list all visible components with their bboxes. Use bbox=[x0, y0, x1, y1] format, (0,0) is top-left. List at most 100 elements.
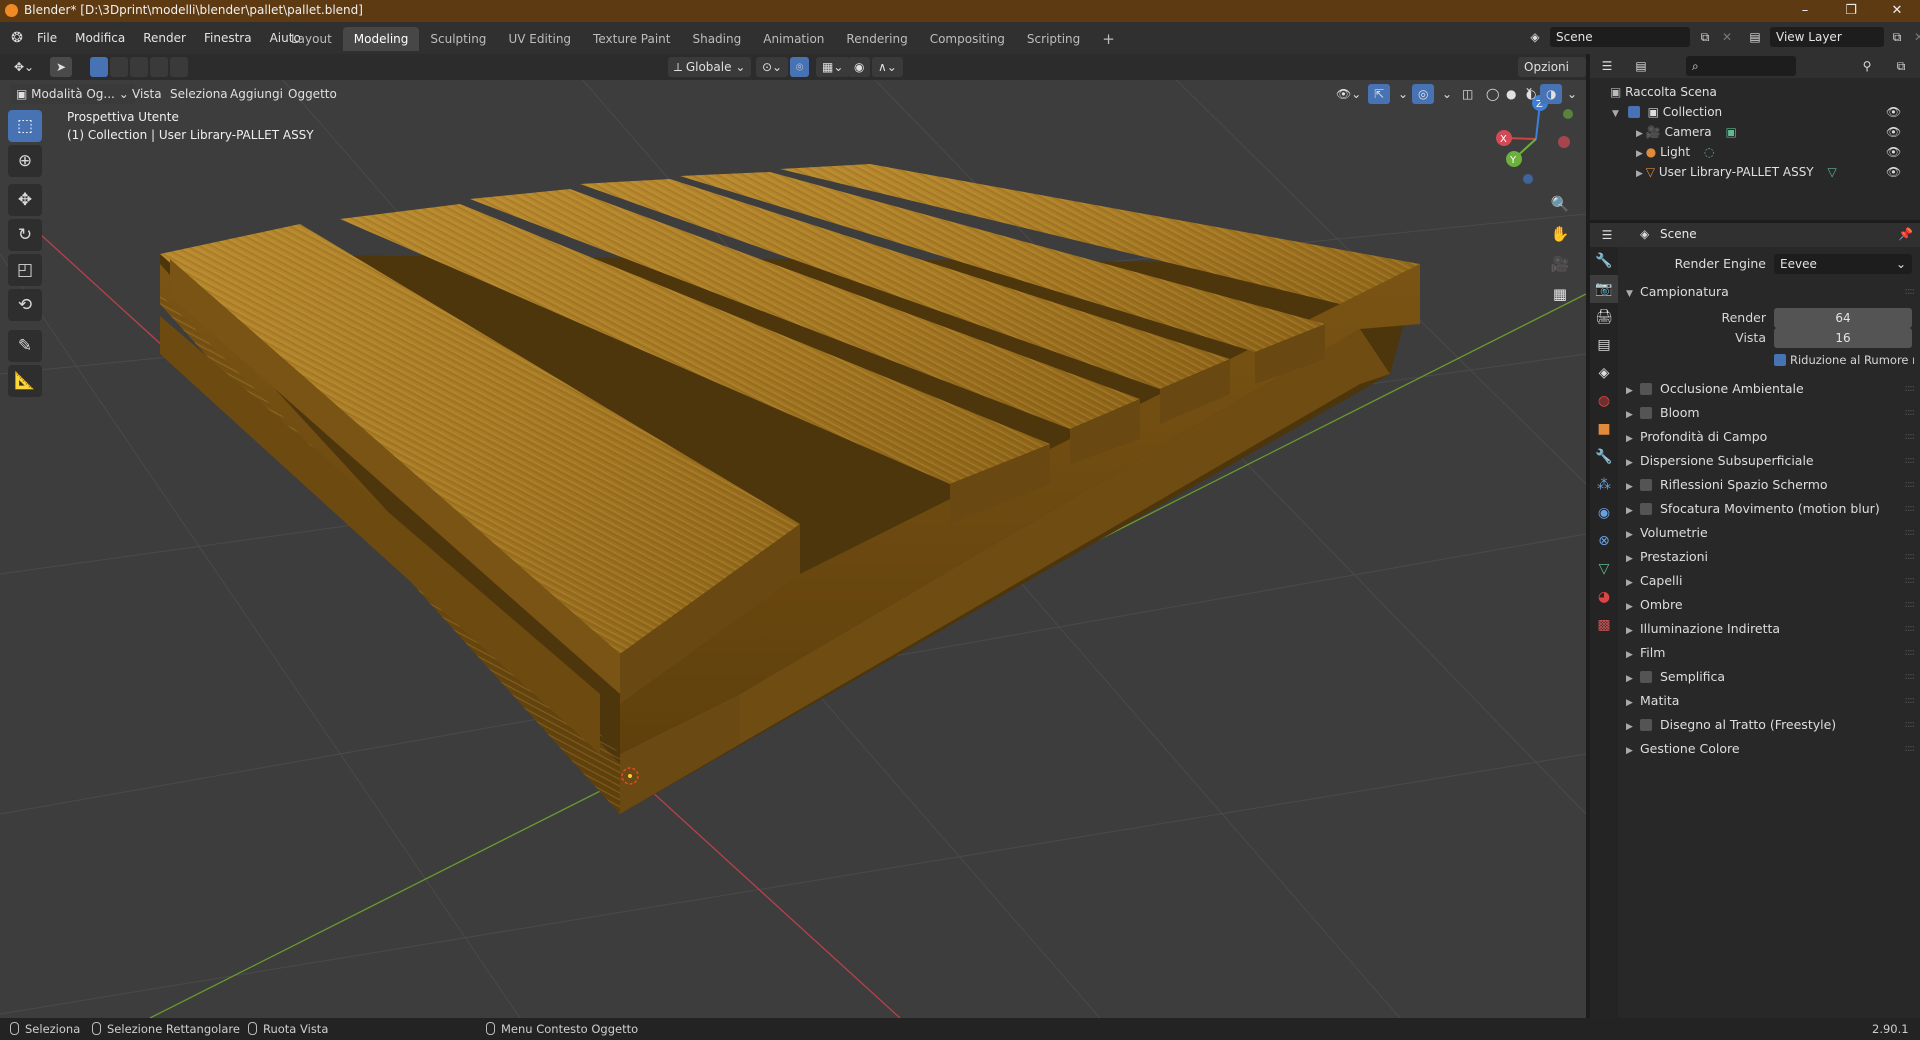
filter-icon[interactable]: ⚲ bbox=[1856, 56, 1878, 76]
tab-animation[interactable]: Animation bbox=[752, 27, 835, 51]
panel-sfocatura-movimento-motion-blur[interactable]: ▶ Sfocatura Movimento (motion blur):::: bbox=[1626, 498, 1916, 520]
panel-bloom[interactable]: ▶ Bloom:::: bbox=[1626, 402, 1916, 424]
proportional-falloff-icon[interactable]: ∧⌄ bbox=[872, 57, 903, 77]
eye-icon[interactable]: 👁 bbox=[1886, 102, 1901, 122]
panel-volumetrie[interactable]: ▶ Volumetrie:::: bbox=[1626, 522, 1916, 544]
drag-grip-icon[interactable]: :::: bbox=[1905, 642, 1916, 664]
tab-output[interactable]: 🖨 bbox=[1590, 303, 1618, 331]
display-mode-icon[interactable]: ▤ bbox=[1630, 56, 1652, 76]
outliner-item-pallet[interactable]: ▶ ▽ User Library-PALLET ASSY ▽ 👁 bbox=[1636, 162, 1912, 182]
tab-texture-paint[interactable]: Texture Paint bbox=[582, 27, 681, 51]
snap-target-dropdown[interactable]: ▦⌄ bbox=[816, 57, 850, 77]
tab-scene[interactable]: ◈ bbox=[1590, 359, 1618, 387]
drag-grip-icon[interactable]: :::: bbox=[1905, 690, 1916, 712]
measure-tool[interactable]: 📐 bbox=[8, 365, 42, 397]
tab-material[interactable]: ◕ bbox=[1590, 583, 1618, 611]
tab-sculpting[interactable]: Sculpting bbox=[419, 27, 497, 51]
panel-gestione-colore[interactable]: ▶ Gestione Colore:::: bbox=[1626, 738, 1916, 760]
drag-grip-icon[interactable]: :::: bbox=[1905, 498, 1916, 520]
maximize-button[interactable]: ❐ bbox=[1828, 0, 1874, 22]
properties-editor-icon[interactable]: ☰ bbox=[1596, 225, 1618, 245]
scene-selector[interactable]: Scene bbox=[1550, 27, 1690, 47]
3d-viewport[interactable]: X Z Y Prospettiva Utente (1) Collection … bbox=[0, 54, 1586, 1018]
tab-texture[interactable]: ▩ bbox=[1590, 611, 1618, 639]
drag-grip-icon[interactable]: :::: bbox=[1905, 378, 1916, 400]
panel-film[interactable]: ▶ Film:::: bbox=[1626, 642, 1916, 664]
tool-select-icon[interactable]: ➤ bbox=[50, 57, 73, 77]
perspective-toggle-button[interactable]: ▦ bbox=[1546, 280, 1574, 308]
new-collection-icon[interactable]: ⧉ bbox=[1890, 56, 1912, 76]
viewport-samples-field[interactable]: 16 bbox=[1774, 328, 1912, 348]
menu-window[interactable]: Finestra bbox=[195, 27, 261, 49]
collection-checkbox[interactable] bbox=[1627, 106, 1640, 118]
eye-icon[interactable]: 👁 bbox=[1886, 162, 1901, 182]
menu-view[interactable]: Vista bbox=[126, 84, 168, 104]
panel-capelli[interactable]: ▶ Capelli:::: bbox=[1626, 570, 1916, 592]
tab-modeling[interactable]: Modeling bbox=[342, 27, 420, 51]
tab-world[interactable]: ◍ bbox=[1590, 387, 1618, 415]
select-mode-invert-icon[interactable] bbox=[150, 57, 168, 77]
remove-view-layer-icon[interactable]: ✕ bbox=[1908, 27, 1920, 47]
gizmo-toggle-icon[interactable]: ⇱ bbox=[1368, 84, 1391, 104]
select-mode-intersect-icon[interactable] bbox=[170, 57, 188, 77]
panel-enable-checkbox[interactable] bbox=[1640, 383, 1652, 395]
drag-grip-icon[interactable]: :::: bbox=[1905, 426, 1916, 448]
mode-dropdown[interactable]: ▣ Modalità Og... ⌄ bbox=[10, 84, 135, 104]
transform-tool[interactable]: ⟲ bbox=[8, 289, 42, 321]
new-scene-icon[interactable]: ⧉ bbox=[1694, 27, 1716, 47]
panel-dispersione-subsuperficiale[interactable]: ▶ Dispersione Subsuperficiale:::: bbox=[1626, 450, 1916, 472]
sampling-panel-header[interactable]: ▼ Campionatura:::: bbox=[1626, 281, 1916, 303]
pin-icon[interactable]: 📌 bbox=[1898, 227, 1913, 241]
panel-enable-checkbox[interactable] bbox=[1640, 479, 1652, 491]
drag-grip-icon[interactable]: :::: bbox=[1905, 594, 1916, 616]
cursor-tool[interactable]: ⊕ bbox=[8, 145, 42, 177]
view-layer-selector[interactable]: View Layer bbox=[1770, 27, 1884, 47]
expand-arrow-icon[interactable]: ▶ bbox=[1636, 149, 1646, 159]
drag-grip-icon[interactable]: :::: bbox=[1905, 546, 1916, 568]
view-layer-icon[interactable]: ▤ bbox=[1744, 27, 1766, 47]
drag-grip-icon[interactable]: :::: bbox=[1905, 281, 1916, 303]
tab-compositing[interactable]: Compositing bbox=[919, 27, 1016, 51]
drag-grip-icon[interactable]: :::: bbox=[1905, 570, 1916, 592]
pan-view-button[interactable]: ✋ bbox=[1546, 220, 1574, 248]
add-workspace-button[interactable]: + bbox=[1091, 27, 1126, 51]
panel-enable-checkbox[interactable] bbox=[1640, 407, 1652, 419]
select-mode-extend-icon[interactable] bbox=[110, 57, 128, 77]
scene-icon[interactable]: ◈ bbox=[1524, 27, 1546, 47]
tab-data[interactable]: ▽ bbox=[1590, 555, 1618, 583]
drag-grip-icon[interactable]: :::: bbox=[1905, 666, 1916, 688]
drag-grip-icon[interactable]: :::: bbox=[1905, 618, 1916, 640]
expand-arrow-icon[interactable]: ▶ bbox=[1636, 129, 1646, 139]
select-mode-subtract-icon[interactable] bbox=[130, 57, 148, 77]
gizmo-dropdown-icon[interactable]: ⌄ bbox=[1392, 84, 1414, 104]
tab-object[interactable]: ■ bbox=[1590, 415, 1618, 443]
panel-enable-checkbox[interactable] bbox=[1640, 671, 1652, 683]
eye-icon[interactable]: 👁 bbox=[1886, 122, 1901, 142]
drag-grip-icon[interactable]: :::: bbox=[1905, 522, 1916, 544]
remove-scene-icon[interactable]: ✕ bbox=[1716, 27, 1738, 47]
close-button[interactable]: ✕ bbox=[1874, 0, 1920, 22]
rendered-shading-icon[interactable]: ◑ bbox=[1540, 84, 1563, 104]
tab-tool[interactable]: 🔧 bbox=[1590, 247, 1618, 275]
panel-disegno-al-tratto-freestyle[interactable]: ▶ Disegno al Tratto (Freestyle):::: bbox=[1626, 714, 1915, 736]
panel-enable-checkbox[interactable] bbox=[1640, 503, 1652, 515]
outliner-item-collection[interactable]: ▼ ▣ Collection 👁 bbox=[1612, 102, 1912, 122]
drag-grip-icon[interactable]: :::: bbox=[1905, 402, 1916, 424]
drag-grip-icon[interactable]: :::: bbox=[1905, 450, 1916, 472]
minimize-button[interactable]: – bbox=[1782, 0, 1828, 22]
tab-shading[interactable]: Shading bbox=[681, 27, 752, 51]
annotate-tool[interactable]: ✎ bbox=[8, 330, 42, 362]
menu-edit[interactable]: Modifica bbox=[66, 27, 134, 49]
menu-file[interactable]: File bbox=[28, 27, 66, 49]
drag-grip-icon[interactable]: :::: bbox=[1905, 738, 1916, 760]
tab-particles[interactable]: ⁂ bbox=[1590, 471, 1618, 499]
outliner-item-camera[interactable]: ▶ 🎥 Camera ▣ 👁 bbox=[1636, 122, 1912, 142]
tab-render[interactable]: 📷 bbox=[1590, 275, 1618, 303]
panel-enable-checkbox[interactable] bbox=[1640, 719, 1652, 731]
tab-uv-editing[interactable]: UV Editing bbox=[497, 27, 582, 51]
menu-render[interactable]: Render bbox=[134, 27, 195, 49]
overlay-toggle-icon[interactable]: ◎ bbox=[1412, 84, 1435, 104]
outliner-editor-icon[interactable]: ☰ bbox=[1596, 56, 1618, 76]
outliner-item-light[interactable]: ▶ ● Light ◌ 👁 bbox=[1636, 142, 1912, 162]
outliner-root[interactable]: ▣ Raccolta Scena bbox=[1610, 82, 1717, 102]
